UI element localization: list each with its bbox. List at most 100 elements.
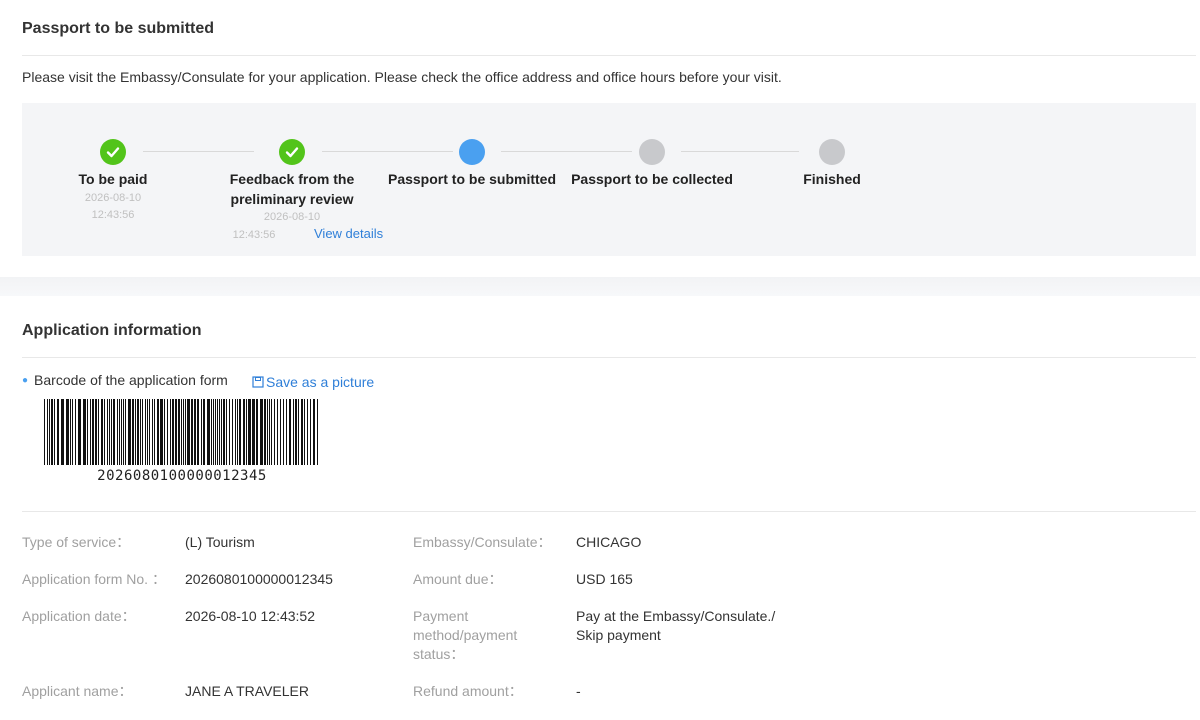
pending-step-indicator <box>639 139 665 165</box>
barcode-bar <box>221 399 222 465</box>
payment-label-line: status： <box>413 646 465 662</box>
barcode-bar <box>117 399 118 465</box>
check-icon <box>279 139 305 165</box>
amount-due-value: USD 165 <box>576 571 633 587</box>
type-of-service-value: (L) Tourism <box>185 534 255 550</box>
barcode-label: Barcode of the application form <box>34 372 228 388</box>
barcode-bar <box>229 399 230 465</box>
barcode-bar <box>47 399 48 465</box>
barcode-bar <box>75 399 76 465</box>
title-divider <box>22 55 1196 56</box>
barcode-bar <box>194 399 196 465</box>
application-info-section: Application information ● Barcode of the… <box>0 296 1200 720</box>
barcode-bar <box>78 399 81 465</box>
barcode-bar <box>113 399 115 465</box>
barcode-bar <box>239 399 241 465</box>
barcode-bar <box>128 399 131 465</box>
view-details-link[interactable]: View details <box>314 226 383 241</box>
barcode-bar <box>304 399 305 465</box>
barcode-bar <box>149 399 150 465</box>
barcode-bar <box>267 399 268 465</box>
barcode-bar <box>191 399 193 465</box>
barcode-bar <box>61 399 64 465</box>
barcode-bar <box>57 399 59 465</box>
save-as-picture-link[interactable]: Save as a picture <box>252 374 374 390</box>
barcode-bar <box>98 399 99 465</box>
barcode-bar <box>107 399 108 465</box>
barcode-bar <box>135 399 136 465</box>
check-icon <box>100 139 126 165</box>
applicant-name-value: JANE A TRAVELER <box>185 683 309 699</box>
barcode-bar <box>298 399 299 465</box>
barcode-bar <box>317 399 318 465</box>
barcode-bar <box>147 399 148 465</box>
step-label: To be paid <box>78 171 148 187</box>
barcode-bar <box>269 399 270 465</box>
barcode-bar <box>274 399 275 465</box>
barcode-bar <box>54 399 55 465</box>
barcode-bar <box>164 399 165 465</box>
barcode-bar <box>301 399 303 465</box>
step-date: 2026-08-10 <box>84 192 142 204</box>
payment-value-line: Pay at the Embassy/Consulate./ <box>576 608 776 624</box>
barcode-bar <box>181 399 182 465</box>
barcode-bar <box>295 399 297 465</box>
barcode-label-row: ● Barcode of the application form <box>22 372 228 388</box>
barcode-bar <box>51 399 53 465</box>
applicant-name-label: Applicant name： <box>22 683 133 699</box>
barcode-bar <box>243 399 245 465</box>
step-label: Passport to be collected <box>571 171 733 187</box>
barcode-bar <box>235 399 236 465</box>
barcode-number: 2026080100000012345 <box>97 468 267 484</box>
form-number-value: 2026080100000012345 <box>185 571 333 587</box>
barcode-bar <box>246 399 247 465</box>
step-label: Finished <box>803 171 861 187</box>
barcode-bar <box>203 399 205 465</box>
refund-amount-label: Refund amount： <box>413 683 523 699</box>
save-label: Save as a picture <box>266 374 375 390</box>
barcode-bar <box>152 399 153 465</box>
barcode-bar <box>145 399 146 465</box>
barcode-bar <box>211 399 212 465</box>
barcode-bar <box>264 399 266 465</box>
step-label-line: preliminary review <box>230 191 354 207</box>
barcode-bar <box>132 399 134 465</box>
barcode-bar <box>170 399 171 465</box>
barcode-bar <box>260 399 263 465</box>
barcode-bar <box>252 399 255 465</box>
save-icon <box>252 376 264 388</box>
amount-due-label: Amount due： <box>413 571 503 587</box>
pending-step-indicator <box>819 139 845 165</box>
type-of-service-label: Type of service： <box>22 534 131 550</box>
barcode-bar <box>167 399 168 465</box>
barcode-bar <box>197 399 199 465</box>
application-info-title: Application information <box>22 322 202 339</box>
step-label-line: Feedback from the <box>229 171 355 187</box>
barcode-bar <box>277 399 278 465</box>
bullet-icon: ● <box>22 374 29 386</box>
barcode-bar <box>271 399 272 465</box>
barcode-bar <box>160 399 163 465</box>
section-separator <box>0 277 1200 296</box>
step-passport-collected: Passport to be collected <box>562 103 742 256</box>
barcode-bar <box>217 399 218 465</box>
barcode-bar <box>256 399 258 465</box>
barcode-bar <box>104 399 105 465</box>
payment-label-line: Payment <box>413 608 469 624</box>
step-date: 2026-08-10 <box>263 211 321 223</box>
payment-value-line: Skip payment <box>576 627 661 643</box>
barcode-bar <box>83 399 86 465</box>
current-step-indicator <box>459 139 485 165</box>
barcode-bar <box>187 399 190 465</box>
barcode-bar <box>140 399 141 465</box>
barcode-bar <box>87 399 88 465</box>
barcode-bar <box>223 399 225 465</box>
barcode-bar <box>157 399 159 465</box>
barcode-bar <box>66 399 69 465</box>
embassy-value: CHICAGO <box>576 534 642 550</box>
step-time: 12:43:56 <box>232 229 276 241</box>
progress-steps: To be paid 2026-08-10 12:43:56 Feedback … <box>22 103 1196 256</box>
step-label: Feedback from the preliminary review <box>202 169 382 209</box>
barcode-bar <box>72 399 73 465</box>
barcode-bar <box>119 399 120 465</box>
